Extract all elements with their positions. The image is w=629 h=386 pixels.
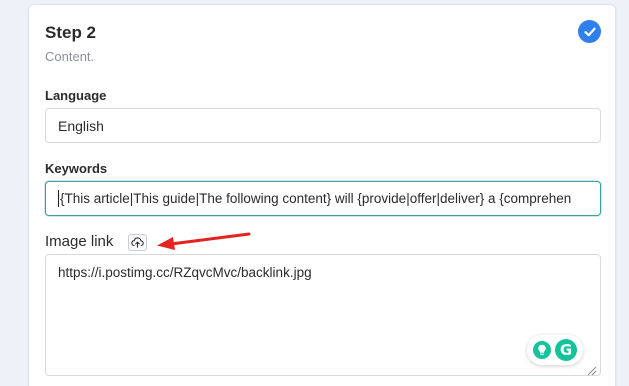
image-link-value: https://i.postimg.cc/RZqvcMvc/backlink.j…: [58, 265, 312, 280]
step-title: Step 2: [45, 23, 97, 42]
language-field[interactable]: English: [45, 108, 601, 143]
grammarly-bulb-icon[interactable]: [533, 341, 551, 359]
keywords-field[interactable]: {This article|This guide|The following c…: [45, 181, 601, 216]
grammarly-widget[interactable]: G: [527, 335, 583, 365]
keywords-value: {This article|This guide|The following c…: [60, 191, 572, 206]
language-label: Language: [45, 88, 107, 103]
check-circle-icon: [578, 20, 601, 43]
step-subtitle: Content.: [45, 49, 95, 64]
keywords-label: Keywords: [45, 161, 108, 176]
resize-handle-icon[interactable]: [585, 364, 597, 376]
language-value: English: [58, 117, 104, 134]
red-arrow-annotation: [157, 232, 251, 250]
image-link-label: Image link: [45, 233, 114, 250]
grammarly-logo-icon[interactable]: G: [555, 339, 577, 361]
step-card: Step 2 Content. Language English Keyword…: [28, 4, 616, 386]
text-caret: [58, 190, 59, 207]
image-link-textarea[interactable]: https://i.postimg.cc/RZqvcMvc/backlink.j…: [45, 254, 601, 376]
upload-cloud-icon[interactable]: [128, 234, 147, 251]
